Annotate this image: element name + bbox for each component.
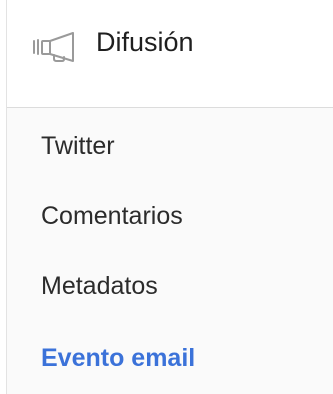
section-title: Difusión: [96, 27, 194, 57]
megaphone-icon: [33, 30, 83, 62]
menu-item-comentarios[interactable]: Comentarios: [41, 200, 183, 232]
broadcast-menu: Twitter Comentarios Metadatos Evento ema…: [7, 108, 333, 394]
broadcast-panel: Difusión Twitter Comentarios Metadatos E…: [0, 0, 333, 394]
menu-item-twitter[interactable]: Twitter: [41, 130, 115, 162]
section-header: Difusión: [7, 0, 333, 108]
menu-item-metadatos[interactable]: Metadatos: [41, 270, 158, 302]
menu-item-evento-email[interactable]: Evento email: [41, 342, 195, 374]
